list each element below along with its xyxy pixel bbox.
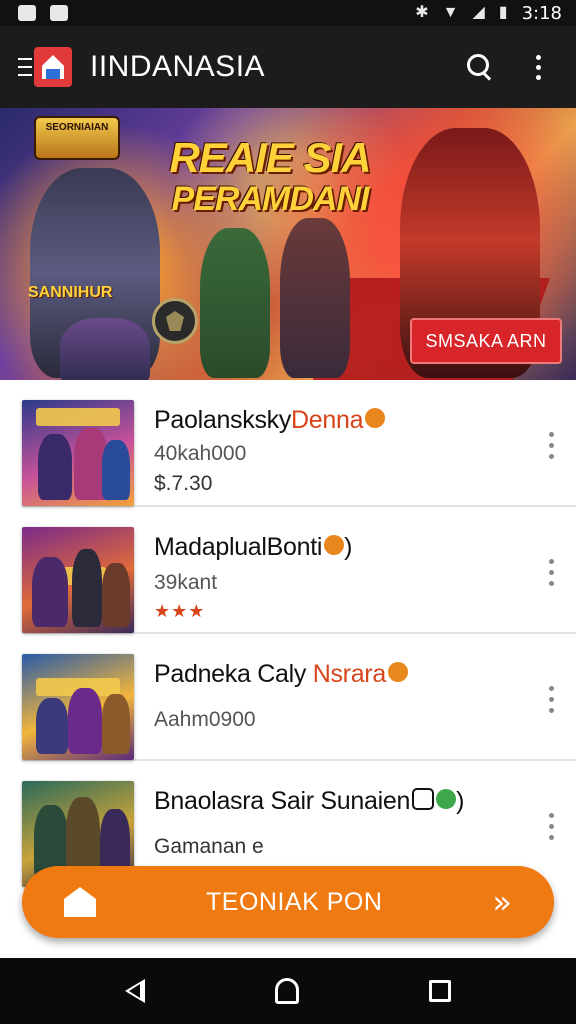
verified-badge-icon [412,788,435,811]
game-title: Padneka Caly Nsrara [154,660,408,689]
game-title: Bnaolasra Sair Sunaien) [154,787,465,815]
home-icon [64,887,96,917]
game-list: PaolanskskyDenna 40kah000 $.7.30 Madaplu… [0,380,576,888]
game-subtitle: 39kant [154,571,218,594]
banner-title-line1: REAIE SIA [169,134,371,181]
battery-icon: ▮ [498,4,508,21]
verified-badge-icon [324,535,345,556]
item-more-icon[interactable] [549,432,554,459]
shield-emblem-icon [152,298,198,344]
verified-badge-icon [387,662,408,683]
banner-subtitle: SANNIHUR [28,284,113,301]
banner-title-line2: PERAMDANI [171,180,370,218]
app-title: IINDANASIA [90,50,266,83]
status-left [18,5,68,21]
home-nav-icon[interactable] [275,978,299,1004]
item-more-icon[interactable] [549,686,554,713]
search-button[interactable] [458,45,502,89]
banner-hero-mage [280,218,350,378]
game-thumbnail [22,654,134,760]
wifi-icon: ▼ [442,4,459,21]
bottom-action-label: TEONIAK PON [206,887,383,916]
list-item[interactable]: Padneka Caly Nsrara Aahm0900 [22,634,576,761]
status-bar: ✱ ▼ ◢ ▮ 3:18 [0,0,576,26]
system-nav-bar [0,958,576,1024]
more-options-button[interactable] [516,45,560,89]
item-more-icon[interactable] [549,813,554,840]
bottom-action-button[interactable]: TEONIAK PON » [22,866,554,938]
recents-icon[interactable] [429,980,451,1002]
banner-cta-button[interactable]: SMSAKA ARN [410,318,562,364]
status-time: 3:18 [521,2,562,24]
back-icon[interactable] [125,979,145,1003]
forward-icon: » [492,883,512,921]
item-more-icon[interactable] [549,559,554,586]
game-subtitle: Aahm0900 [154,708,256,731]
signal-icon: ◢ [472,4,485,21]
status-right: ✱ ▼ ◢ ▮ 3:18 [415,3,562,24]
promo-banner[interactable]: SEORNIAIAN REAIE SIA PERAMDANI SANNIHUR … [0,108,576,380]
game-thumbnail [22,527,134,633]
game-title: PaolanskskyDenna [154,406,386,435]
bug-icon: ✱ [415,4,429,21]
app-screen: ✱ ▼ ◢ ▮ 3:18 IINDANASIA SEORNIAIAN REAIE… [0,0,576,1024]
game-subtitle: Gamanan e [154,835,264,858]
game-subtitle: 40kah000 [154,442,247,465]
banner-badge: SEORNIAIAN [34,116,120,160]
app-bar: IINDANASIA [0,26,576,108]
game-title: MadaplualBonti) [154,533,353,561]
game-thumbnail [22,400,134,506]
list-item[interactable]: PaolanskskyDenna 40kah000 $.7.30 [22,380,576,507]
rating-stars: ★★★ [154,601,206,621]
list-item[interactable]: MadaplualBonti) 39kant ★★★ [22,507,576,634]
game-price: $.7.30 [154,472,213,495]
banner-hero-archer [200,228,270,378]
notification-icon [18,5,36,21]
app-logo[interactable] [34,47,72,87]
search-icon [467,54,493,80]
banner-hero-group [60,318,150,380]
verified-badge-icon [365,408,386,429]
more-vert-icon [535,54,541,80]
menu-icon[interactable] [18,58,32,76]
message-icon [50,5,68,21]
check-badge-icon [436,789,457,810]
banner-title: REAIE SIA PERAMDANI [150,134,390,219]
